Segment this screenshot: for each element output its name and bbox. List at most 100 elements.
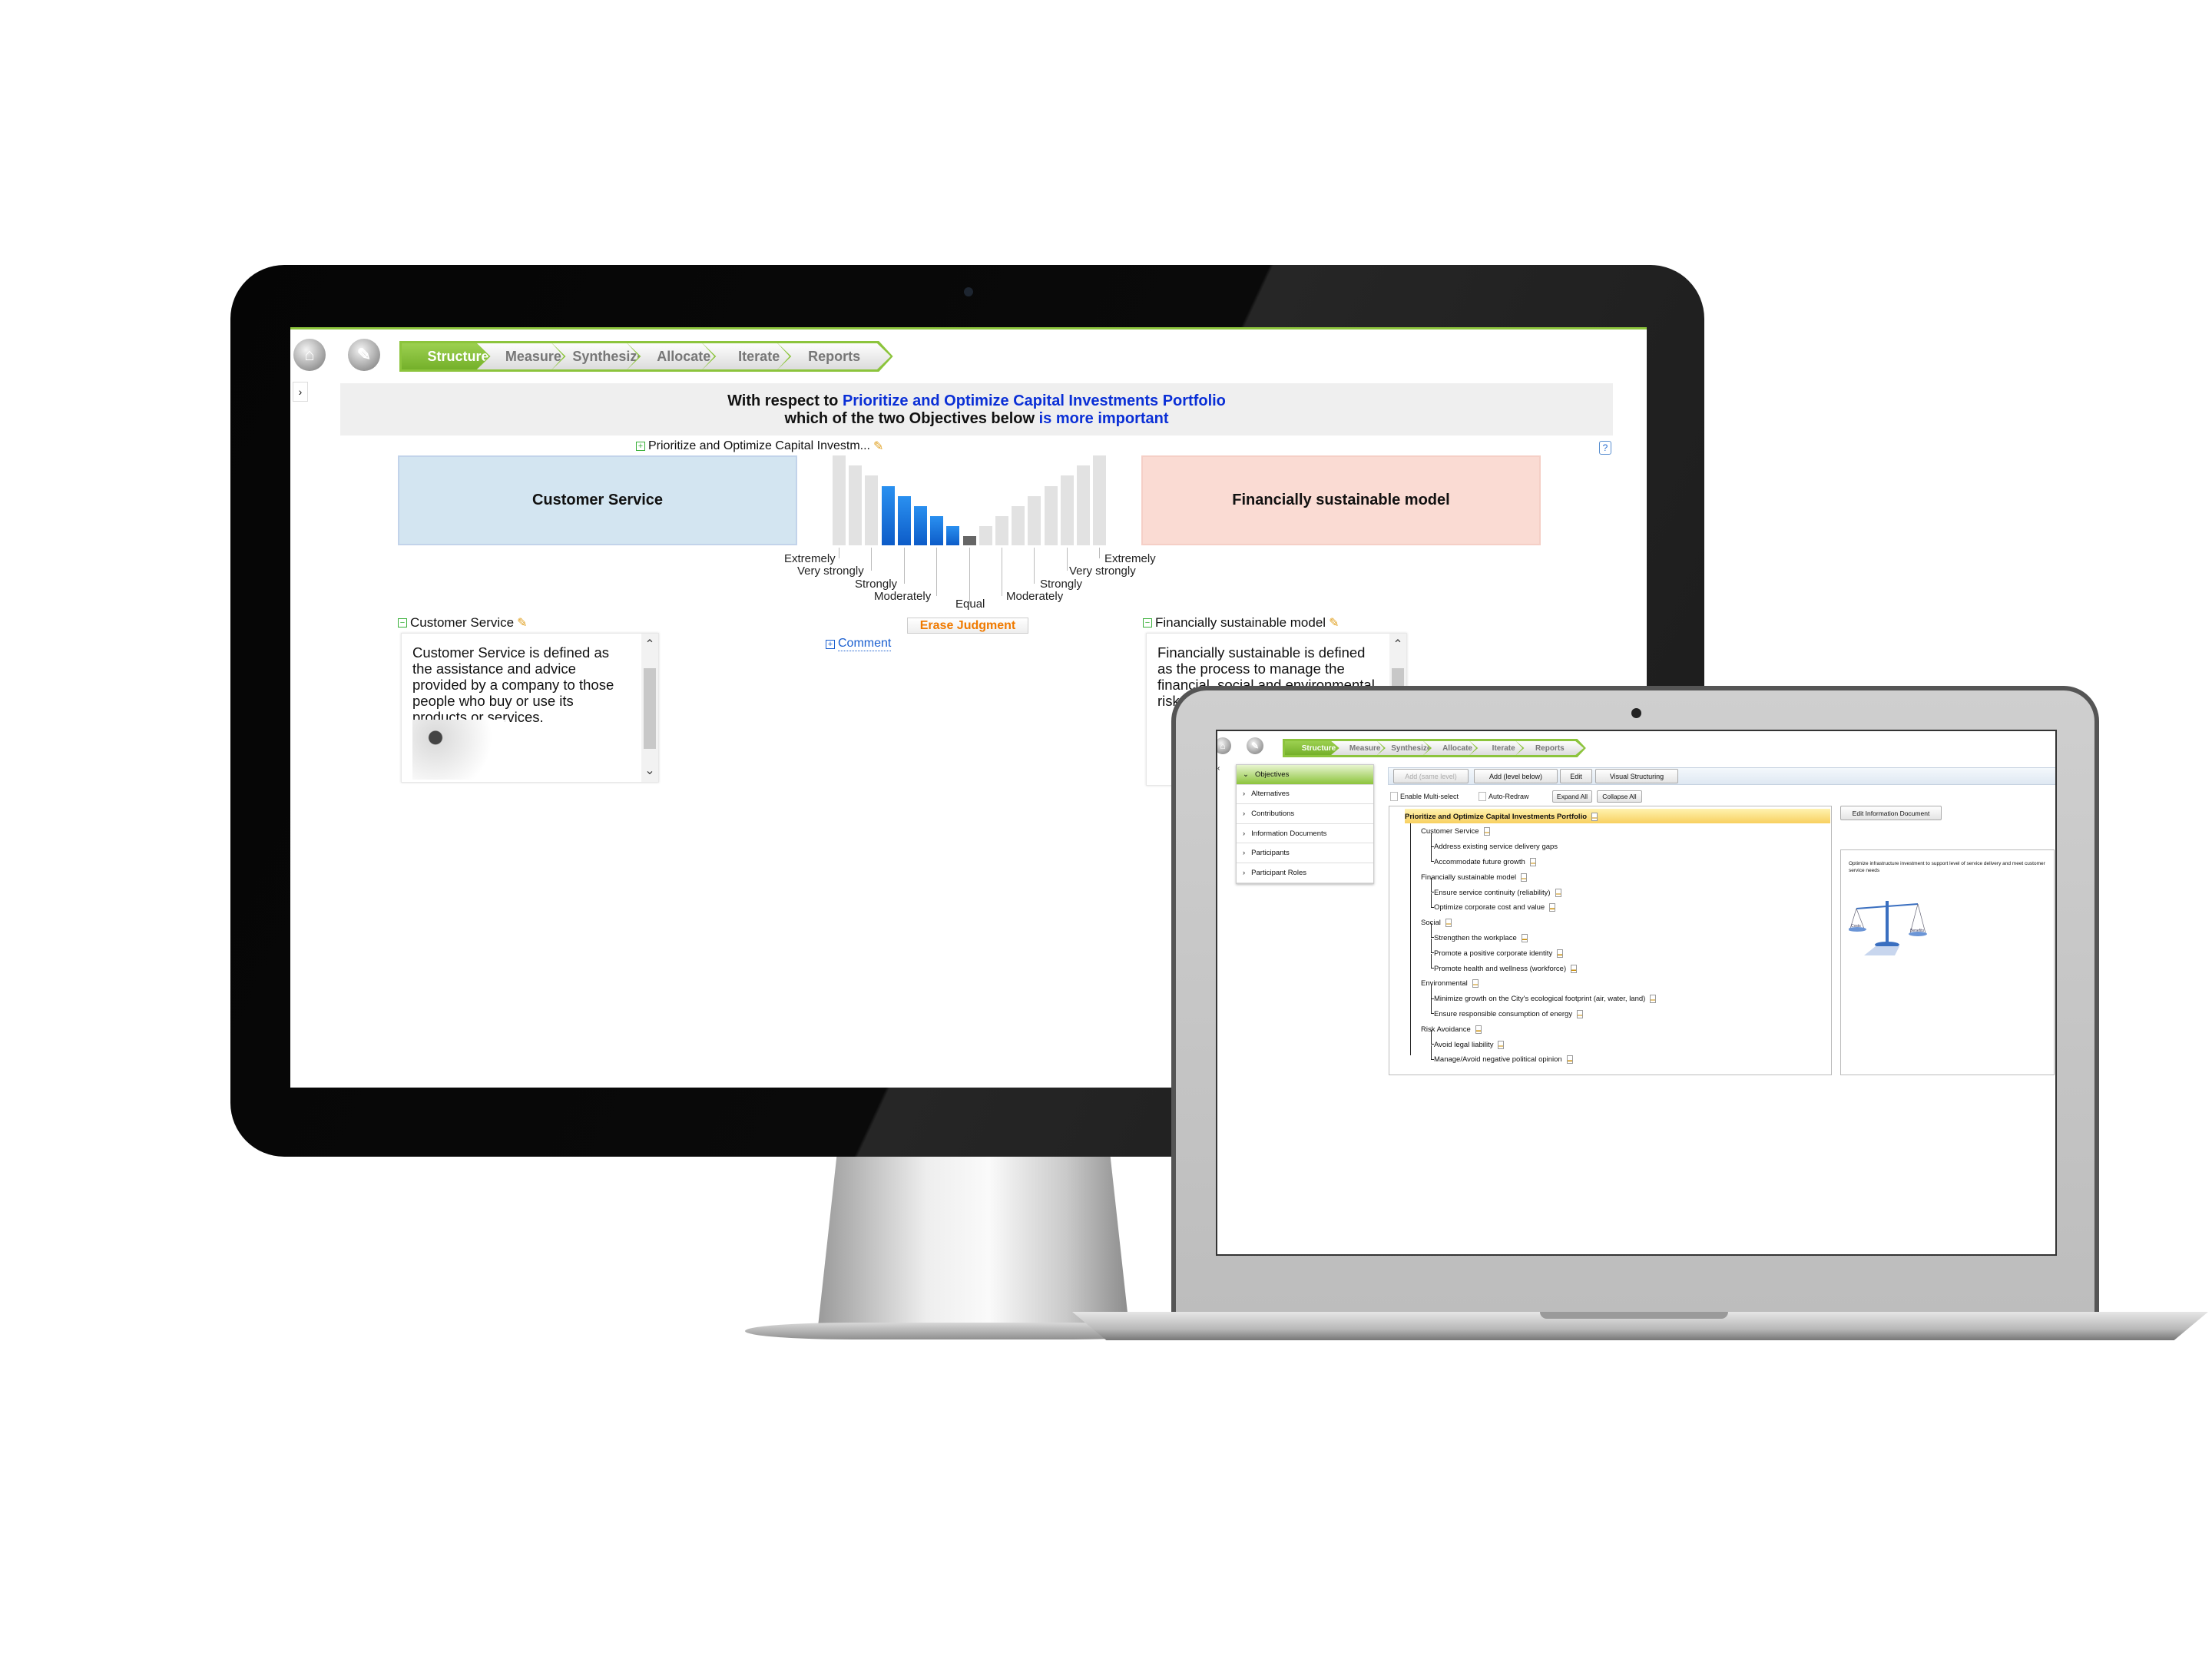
scale-bar[interactable]	[979, 525, 992, 545]
tree-row[interactable]: Promote a positive corporate identity	[1431, 939, 1564, 960]
sidebar-item-contributions[interactable]: › Contributions	[1237, 804, 1373, 824]
document-icon[interactable]	[1549, 903, 1556, 912]
document-icon[interactable]	[1591, 812, 1598, 821]
add-icon: +	[826, 639, 835, 649]
home-icon[interactable]: ⌂	[293, 339, 326, 371]
tools-icon[interactable]: ✎	[348, 339, 380, 371]
home-icon[interactable]: ⌂	[1217, 737, 1231, 754]
collapse-icon[interactable]: −	[398, 618, 407, 628]
left-panel-title: − Customer Service ✎	[398, 615, 528, 631]
tree-row[interactable]: Ensure responsible consumption of energy	[1431, 999, 1584, 1021]
tools-icon[interactable]: ✎	[1247, 737, 1263, 754]
tree-row[interactable]: Promote health and wellness (workforce)	[1431, 954, 1578, 975]
tree-row-label: Ensure service continuity (reliability)	[1434, 888, 1551, 897]
tree-row[interactable]: Social	[1421, 916, 1452, 930]
tree-connector	[1431, 984, 1434, 999]
edit-button[interactable]: Edit	[1560, 769, 1592, 783]
tree-row[interactable]: Accommodate future growth	[1431, 847, 1536, 869]
goal-link[interactable]: Prioritize and Optimize Capital Investme…	[843, 392, 1226, 409]
tab-reports[interactable]: Reports	[775, 341, 893, 372]
expand-icon[interactable]: +	[636, 442, 645, 451]
scale-bar[interactable]	[1077, 465, 1090, 545]
document-icon[interactable]	[1472, 979, 1479, 988]
left-objective-box[interactable]: Customer Service	[398, 455, 797, 545]
document-icon[interactable]	[1475, 1025, 1482, 1034]
sidebar-expand-button[interactable]: ›	[293, 382, 308, 402]
document-icon[interactable]	[1571, 964, 1578, 973]
tree-row[interactable]: Minimize growth on the City's ecological…	[1431, 984, 1657, 1006]
laptop-screen: ⌂ ✎ Structure Measure Synthesize Allocate It…	[1216, 730, 2057, 1256]
tree-row[interactable]: Strengthen the workplace	[1431, 923, 1528, 945]
collapse-sidebar-icon[interactable]: ‹	[1217, 764, 1220, 773]
comment-link[interactable]: + Comment	[826, 637, 892, 651]
add-level-below-button[interactable]: Add (level below)	[1474, 769, 1558, 783]
scale-bar[interactable]	[881, 485, 895, 545]
auto-redraw-checkbox[interactable]	[1479, 792, 1486, 801]
tab-reports[interactable]: Reports	[1513, 739, 1586, 757]
help-icon[interactable]: ?	[1599, 441, 1611, 455]
add-same-level-button[interactable]: Add (same level)	[1393, 769, 1469, 783]
scale-bar[interactable]	[897, 495, 911, 545]
tree-connector	[1431, 939, 1434, 954]
document-icon[interactable]	[1566, 1055, 1573, 1065]
breadcrumb-text: Prioritize and Optimize Capital Investm.…	[648, 439, 870, 452]
tree-row[interactable]: Financially sustainable model	[1421, 870, 1528, 884]
pencil-icon[interactable]: ✎	[517, 615, 527, 631]
scale-bar[interactable]	[946, 525, 960, 545]
document-icon[interactable]	[1577, 1009, 1584, 1018]
tree-row-label: Promote a positive corporate identity	[1434, 949, 1553, 958]
document-icon[interactable]	[1521, 933, 1528, 942]
goal-breadcrumb[interactable]: + Prioritize and Optimize Capital Investm…	[636, 439, 883, 454]
scale-bar[interactable]	[995, 515, 1008, 545]
pencil-icon[interactable]: ✎	[873, 439, 883, 454]
scale-bar[interactable]	[1093, 455, 1107, 545]
tree-row[interactable]: Address existing service delivery gaps	[1431, 832, 1558, 854]
scale-bar[interactable]	[865, 475, 879, 545]
document-icon[interactable]	[1521, 873, 1528, 882]
tree-row-label: Strengthen the workplace	[1434, 933, 1517, 942]
scale-bar[interactable]	[1012, 505, 1025, 545]
scale-bar[interactable]	[914, 505, 927, 545]
multi-select-checkbox[interactable]	[1390, 792, 1398, 801]
sidebar-item-participant-roles[interactable]: › Participant Roles	[1237, 863, 1373, 883]
erase-judgment-button[interactable]: Erase Judgment	[907, 618, 1028, 634]
scale-bar[interactable]	[1028, 495, 1041, 545]
visual-structuring-button[interactable]: Visual Structuring	[1595, 769, 1678, 783]
sidebar-item-information-documents[interactable]: › Information Documents	[1237, 824, 1373, 844]
judgment-scale[interactable]	[833, 455, 1109, 545]
document-icon[interactable]	[1555, 888, 1561, 897]
header-emphasis: is more important	[1038, 410, 1169, 427]
scale-bar[interactable]	[962, 536, 976, 545]
scale-bar[interactable]	[1044, 485, 1058, 545]
tree-row[interactable]: Prioritize and Optimize Capital Investme…	[1405, 810, 1598, 823]
right-objective-box[interactable]: Financially sustainable model	[1141, 455, 1541, 545]
document-icon[interactable]	[1650, 995, 1657, 1004]
tree-row[interactable]: Optimize corporate cost and value	[1431, 892, 1556, 915]
tree-row-label: Manage/Avoid negative political opinion	[1434, 1055, 1562, 1065]
document-icon[interactable]	[1557, 949, 1564, 958]
scale-label: Extremely	[784, 552, 836, 565]
sidebar-item-participants[interactable]: › Participants	[1237, 843, 1373, 863]
tree-row[interactable]: Manage/Avoid negative political opinion	[1431, 1045, 1573, 1067]
sidebar-item-objectives[interactable]: ⌄ Objectives	[1237, 765, 1373, 785]
scale-bar[interactable]	[930, 515, 944, 545]
document-icon[interactable]	[1498, 1040, 1505, 1049]
tree-row[interactable]: Ensure service continuity (reliability)	[1431, 878, 1561, 899]
expand-all-button[interactable]: Expand All	[1552, 790, 1592, 803]
sidebar-item-alternatives[interactable]: › Alternatives	[1237, 785, 1373, 805]
information-text: Optimize infrastructure investment to su…	[1849, 861, 2045, 873]
document-icon[interactable]	[1529, 857, 1536, 866]
tree-row[interactable]: Avoid legal liability	[1431, 1030, 1505, 1051]
scrollbar[interactable]: ⌃ ⌄	[641, 634, 658, 782]
edit-information-document-button[interactable]: Edit Information Document	[1840, 806, 1942, 820]
collapse-all-button[interactable]: Collapse All	[1597, 790, 1642, 803]
scale-bar[interactable]	[833, 455, 846, 545]
tree-row[interactable]: Environmental	[1421, 977, 1479, 991]
document-icon[interactable]	[1483, 827, 1490, 836]
pencil-icon[interactable]: ✎	[1329, 615, 1339, 631]
tree-row[interactable]: Risk Avoidance	[1421, 1022, 1482, 1036]
document-icon[interactable]	[1445, 919, 1452, 928]
collapse-icon[interactable]: −	[1143, 618, 1152, 628]
scale-bar[interactable]	[849, 465, 863, 545]
scale-bar[interactable]	[1060, 475, 1074, 545]
